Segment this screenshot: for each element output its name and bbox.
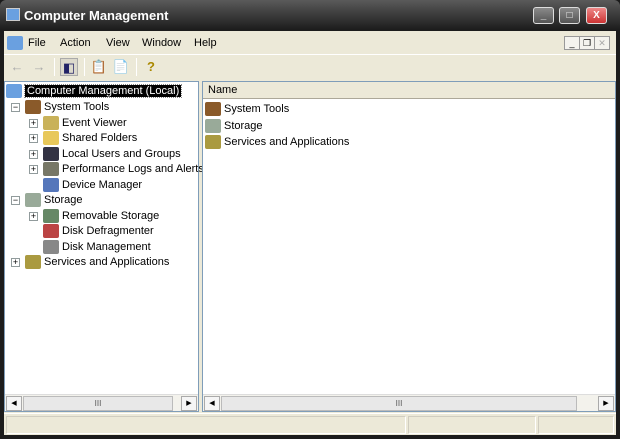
tree-pane: Computer Management (Local) System Tools… (4, 81, 204, 412)
tree-item-label: Performance Logs and Alerts (62, 163, 204, 175)
status-cell (538, 416, 614, 434)
tree-item[interactable]: Device Manager (43, 177, 142, 193)
list-item[interactable]: Storage (205, 118, 263, 134)
computer-icon (6, 8, 20, 21)
list-item[interactable]: System Tools (205, 101, 289, 117)
tree-item-label: Local Users and Groups (62, 147, 181, 160)
device-manager-icon (43, 177, 59, 192)
collapse-button[interactable]: − (11, 103, 20, 112)
tree-item-label: Disk Defragmenter (62, 225, 154, 237)
menu-help[interactable]: Help (194, 37, 217, 49)
tree-item-label: Removable Storage (62, 209, 160, 222)
help-button[interactable]: ? (142, 58, 160, 76)
storage-icon (205, 118, 221, 133)
expand-button[interactable]: + (29, 118, 38, 128)
tree-item[interactable]: Performance Logs and Alerts (43, 161, 204, 177)
expand-button[interactable]: + (29, 211, 38, 221)
tree-item[interactable]: Disk Management (43, 239, 151, 255)
tree-root[interactable]: Computer Management (Local) (6, 83, 183, 99)
tree-root-label: Computer Management (Local) (23, 84, 183, 98)
menu-bar: File Action View Window Help _ ❐ ✕ (4, 32, 616, 54)
list-item[interactable]: Services and Applications (205, 134, 349, 150)
tools-icon (25, 100, 41, 115)
event-viewer-icon (43, 115, 59, 130)
separator (84, 58, 85, 76)
tree-item-label: Services and Applications (44, 256, 170, 268)
services-icon (205, 135, 221, 150)
mdi-minimize-button[interactable]: _ (564, 36, 580, 50)
client-area: File Action View Window Help _ ❐ ✕ ← → ◧… (4, 31, 616, 435)
services-icon (25, 255, 41, 270)
tree-item-label: Device Manager (62, 178, 143, 191)
window-title: Computer Management (24, 8, 169, 23)
status-cell (6, 416, 406, 434)
tree-item-label: Storage (44, 194, 83, 206)
list-item-label: Services and Applications (224, 136, 350, 148)
tree-item-label: Disk Management (62, 240, 151, 253)
separator (136, 58, 137, 76)
scroll-thumb[interactable]: III (221, 396, 577, 411)
tree-item-label: System Tools (44, 101, 110, 113)
mdi-restore-button[interactable]: ❐ (579, 36, 595, 50)
tree-item[interactable]: Local Users and Groups (43, 146, 181, 162)
tree-item[interactable]: Event Viewer (43, 115, 127, 131)
expand-button[interactable]: + (29, 149, 38, 159)
column-header-name[interactable]: Name (203, 82, 615, 99)
list-horizontal-scrollbar[interactable]: ◀ III ▶ (203, 394, 615, 411)
tree-item-label: Event Viewer (62, 116, 127, 129)
maximize-button[interactable]: □ (559, 7, 580, 24)
list-item-label: Storage (224, 119, 263, 132)
tree-item[interactable]: System Tools (25, 99, 109, 115)
export-list-button[interactable]: 📄 (112, 58, 130, 76)
users-icon (43, 146, 59, 161)
performance-icon (43, 162, 59, 177)
tools-icon (205, 102, 221, 117)
tree-item-label: Shared Folders (62, 132, 138, 144)
tree-item[interactable]: Storage (25, 192, 83, 208)
menu-window[interactable]: Window (142, 37, 181, 49)
scroll-left-button[interactable]: ◀ (204, 396, 220, 411)
disk-icon (43, 239, 59, 254)
expand-button[interactable]: + (11, 258, 20, 267)
storage-icon (25, 193, 41, 208)
back-button[interactable]: ← (8, 58, 26, 76)
tree-item[interactable]: Shared Folders (43, 130, 137, 146)
expand-button[interactable]: + (29, 165, 38, 174)
folder-icon (43, 131, 59, 146)
tree-item[interactable]: Removable Storage (43, 208, 159, 224)
forward-button[interactable]: → (30, 58, 48, 76)
status-cell (408, 416, 536, 434)
properties-button[interactable]: 📋 (90, 58, 108, 76)
status-bar (4, 413, 616, 435)
removable-storage-icon (43, 208, 59, 223)
menu-action[interactable]: Action (60, 37, 91, 49)
computer-icon[interactable] (7, 36, 23, 50)
show-hide-tree-button[interactable]: ◧ (60, 58, 78, 76)
list-item-label: System Tools (224, 103, 290, 115)
scroll-right-button[interactable]: ▶ (181, 396, 197, 411)
expand-button[interactable]: + (29, 134, 38, 143)
menu-view[interactable]: View (106, 37, 130, 49)
separator (54, 58, 55, 76)
tree-item[interactable]: Services and Applications (25, 254, 169, 270)
tree-horizontal-scrollbar[interactable]: ◀ III ▶ (5, 394, 198, 411)
scroll-left-button[interactable]: ◀ (6, 396, 22, 411)
toolbar: ← → ◧ 📋 📄 ? (4, 54, 616, 78)
window: Computer Management _ □ X File Action Vi… (0, 0, 620, 439)
defrag-icon (43, 224, 59, 239)
scroll-thumb[interactable]: III (23, 396, 173, 411)
collapse-button[interactable]: − (11, 196, 20, 205)
list-pane: Name System Tools Storage Services and App… (202, 81, 616, 412)
mdi-close-button[interactable]: ✕ (594, 36, 610, 50)
menu-file[interactable]: File (28, 37, 46, 49)
scroll-right-button[interactable]: ▶ (598, 396, 614, 411)
close-button[interactable]: X (586, 7, 607, 24)
minimize-button[interactable]: _ (533, 7, 554, 24)
computer-icon (6, 84, 22, 99)
tree-item[interactable]: Disk Defragmenter (43, 223, 154, 239)
